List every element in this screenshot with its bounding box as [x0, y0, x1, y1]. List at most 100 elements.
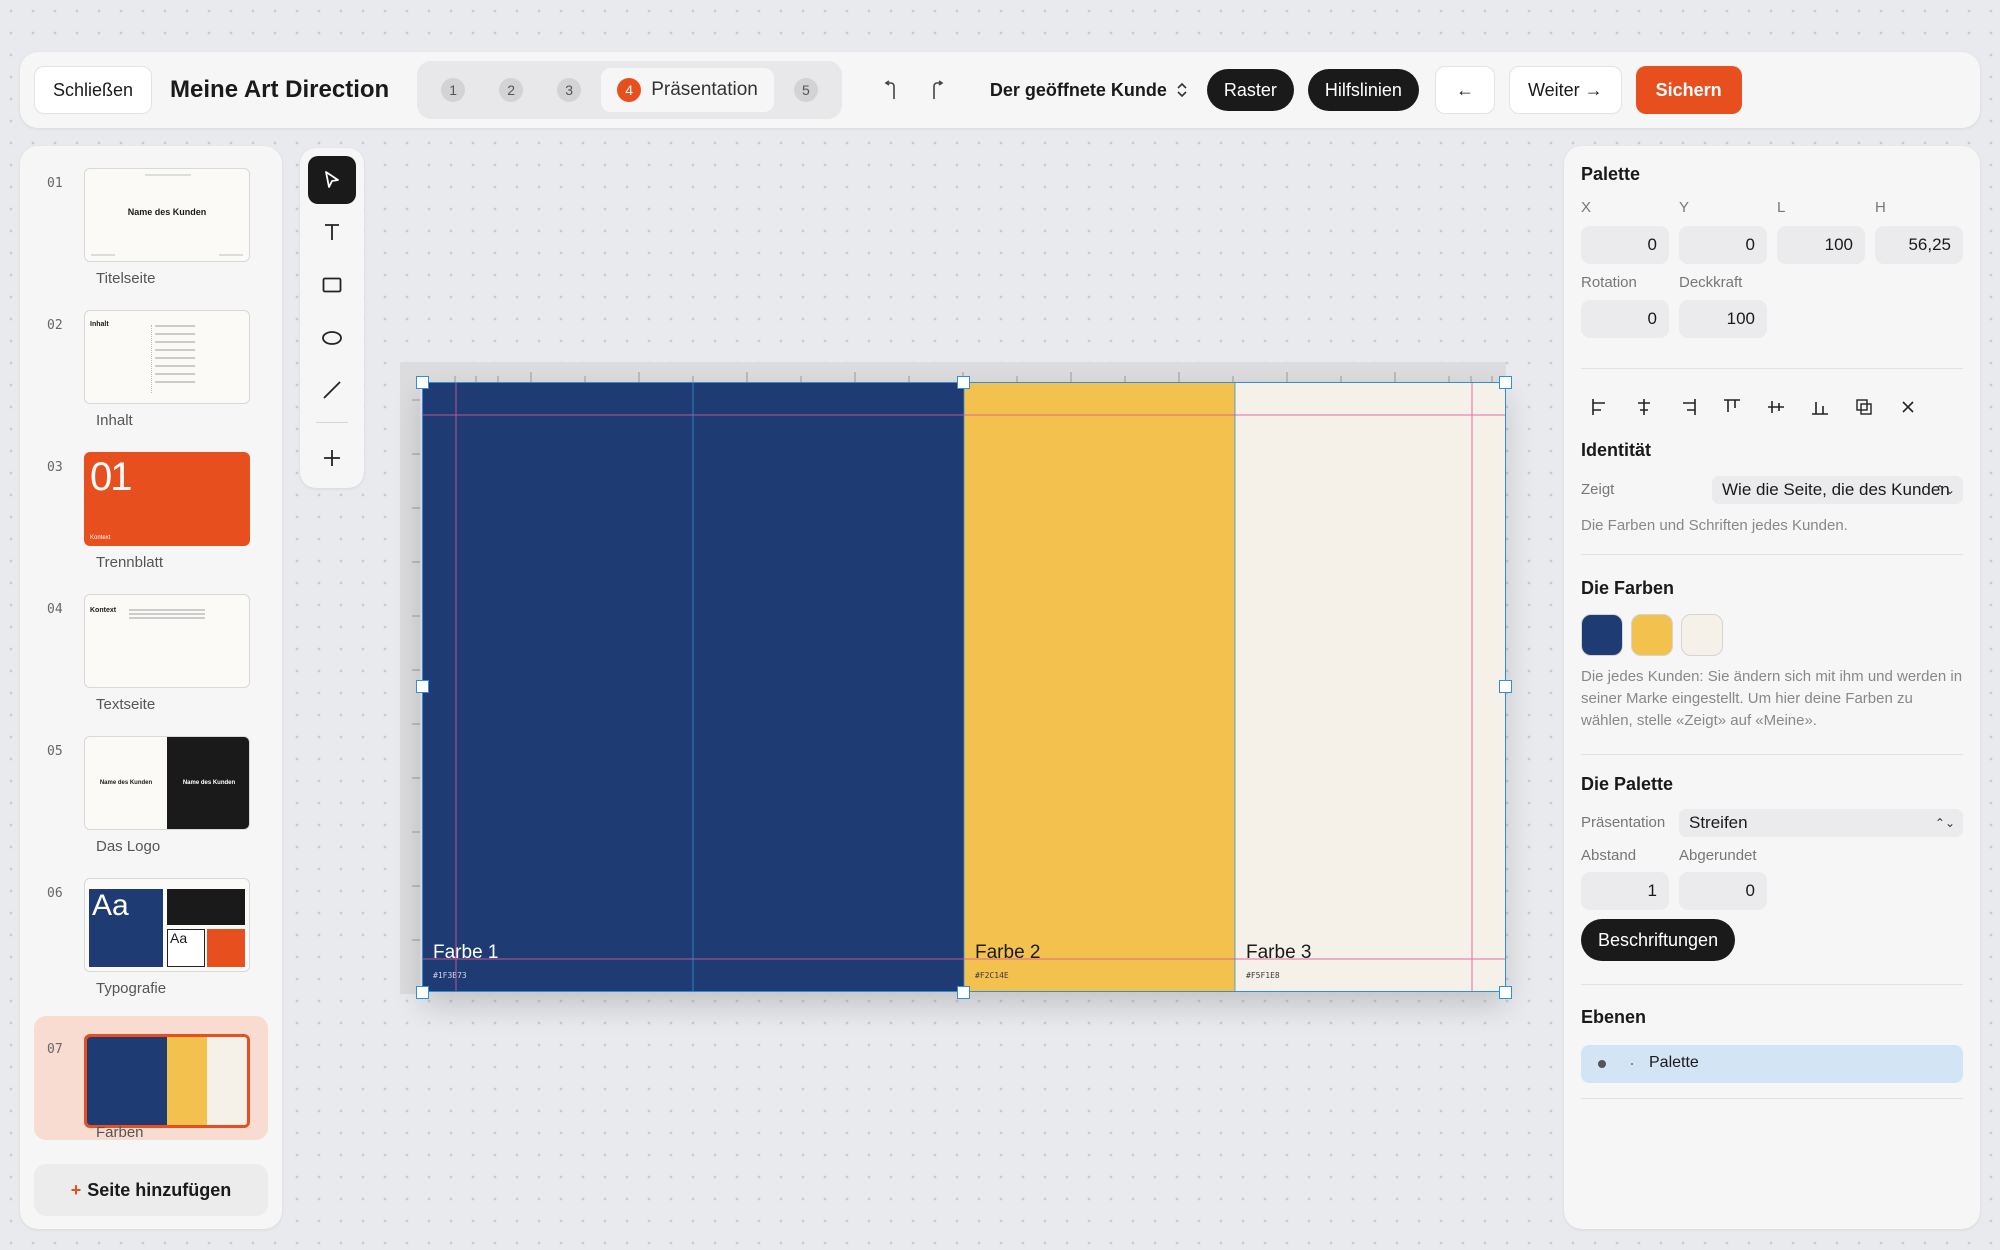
duplicate-icon[interactable]: [1849, 392, 1879, 422]
page-label: Trennblatt: [96, 554, 163, 571]
align-center-h-icon[interactable]: [1629, 392, 1659, 422]
h-field[interactable]: 56,25: [1875, 226, 1963, 264]
page-item-textseite[interactable]: 04 Kontext Textseite: [34, 576, 268, 713]
opacity-label: Deckkraft: [1679, 274, 1743, 291]
presentation-select[interactable]: Streifen ⌃⌄: [1679, 809, 1963, 837]
resize-handle-bottom-left[interactable]: [416, 986, 429, 999]
step-5[interactable]: 5: [780, 68, 832, 112]
h-label: H: [1875, 199, 1886, 216]
resize-handle-bottom-right[interactable]: [1499, 986, 1512, 999]
step-navigator: 1 2 3 4 Präsentation 5: [417, 61, 842, 119]
rectangle-icon[interactable]: [308, 261, 356, 309]
divider: [1581, 984, 1963, 985]
page-item-farben[interactable]: 07 Farben: [34, 1016, 268, 1141]
resize-handle-top[interactable]: [957, 376, 970, 389]
raster-toggle[interactable]: Raster: [1206, 69, 1294, 111]
divider: [1581, 368, 1963, 369]
page-item-typografie[interactable]: 06 Aa Aa Typografie: [34, 860, 268, 997]
identity-description: Die Farben und Schriften jedes Kunden.: [1581, 517, 1848, 534]
step-number: 4: [617, 78, 642, 102]
shows-select-value: Wie die Seite, die des Kunden: [1722, 480, 1950, 499]
align-center-v-icon[interactable]: [1761, 392, 1791, 422]
colors-description: Die jedes Kunden: Sie ändern sich mit ih…: [1581, 668, 1963, 729]
resize-handle-right[interactable]: [1499, 680, 1512, 693]
guides-toggle[interactable]: Hilfslinien: [1307, 69, 1419, 111]
page-item-trennblatt[interactable]: 03 01 Kontext Trennblatt: [34, 434, 268, 571]
pointer-icon[interactable]: [308, 156, 356, 204]
color-swatch-1[interactable]: [1581, 614, 1623, 656]
tool-palette: [300, 148, 364, 488]
l-field[interactable]: 100: [1777, 226, 1865, 264]
page-thumbnail: 01 Kontext: [84, 452, 250, 546]
resize-handle-top-right[interactable]: [1499, 376, 1512, 389]
resize-handle-left[interactable]: [416, 680, 429, 693]
step-4-presentation[interactable]: 4 Präsentation: [601, 68, 774, 112]
page-label: Textseite: [96, 696, 156, 713]
ellipse-icon[interactable]: [308, 314, 356, 362]
layer-visibility-icon[interactable]: [1598, 1060, 1606, 1068]
undo-icon[interactable]: [868, 68, 912, 112]
resize-handle-top-left[interactable]: [416, 376, 429, 389]
canvas[interactable]: Farbe 1 #1F3B73 Farbe 2 #F2C14E Farbe 3 …: [400, 362, 1512, 999]
divider: [1581, 554, 1963, 555]
page-label: Farben: [96, 1124, 144, 1141]
align-bottom-icon[interactable]: [1805, 392, 1835, 422]
close-button[interactable]: Schließen: [34, 66, 153, 114]
page-number: 05: [47, 744, 63, 759]
page-number: 04: [47, 602, 63, 617]
layer-item[interactable]: Palette: [1581, 1045, 1963, 1083]
page-thumbnail: Name des Kunden Name des Kunden: [84, 736, 250, 830]
step-1[interactable]: 1: [427, 68, 479, 112]
page-number: 03: [47, 460, 63, 475]
text-icon[interactable]: [308, 208, 356, 256]
shows-select[interactable]: Wie die Seite, die des Kunden ⌃⌄: [1712, 476, 1963, 504]
thumb-text: Aa: [89, 889, 163, 967]
page-item-inhalt[interactable]: 02 Inhalt Inhalt: [34, 292, 268, 429]
page-label: Das Logo: [96, 838, 161, 855]
rounded-field[interactable]: 0: [1679, 872, 1767, 910]
next-button[interactable]: Weiter →: [1508, 66, 1622, 114]
layer-name: Palette: [1649, 1054, 1699, 1071]
delete-icon[interactable]: [1893, 392, 1923, 422]
align-right-icon[interactable]: [1673, 392, 1703, 422]
add-page-button[interactable]: + Seite hinzufügen: [34, 1164, 268, 1216]
step-2[interactable]: 2: [485, 68, 537, 112]
colors-title: Die Farben: [1581, 578, 1675, 598]
thumb-text: Kontext: [90, 607, 117, 614]
ruler-horizontal: [400, 362, 1506, 382]
rotation-field[interactable]: 0: [1581, 300, 1669, 338]
align-left-icon[interactable]: [1585, 392, 1615, 422]
page-thumbnail: Inhalt: [84, 310, 250, 404]
chevron-updown-icon: ⌃⌄: [1934, 483, 1955, 497]
x-field[interactable]: 0: [1581, 226, 1669, 264]
guides-overlay: [422, 382, 1506, 992]
opacity-field[interactable]: 100: [1679, 300, 1767, 338]
chevron-updown-icon: ⌃⌄: [1934, 816, 1955, 830]
back-button[interactable]: ←: [1434, 66, 1495, 114]
page-item-titelseite[interactable]: 01 Name des Kunden Titelseite: [34, 150, 268, 287]
presentation-label: Präsentation: [1581, 814, 1666, 831]
spacing-field[interactable]: 1: [1581, 872, 1669, 910]
y-label: Y: [1679, 199, 1690, 216]
resize-handle-bottom[interactable]: [957, 986, 970, 999]
thumb-text: Name des Kunden: [127, 207, 207, 217]
captions-toggle[interactable]: Beschriftungen: [1581, 919, 1736, 961]
redo-icon[interactable]: [916, 68, 960, 112]
color-swatch-2[interactable]: [1631, 614, 1673, 656]
identity-title: Identität: [1581, 440, 1651, 460]
align-top-icon[interactable]: [1717, 392, 1747, 422]
y-field[interactable]: 0: [1679, 226, 1767, 264]
color-swatch-3[interactable]: [1681, 614, 1723, 656]
step-3[interactable]: 3: [543, 68, 595, 112]
add-page-label: Seite hinzufügen: [87, 1179, 232, 1200]
plus-icon[interactable]: [308, 434, 356, 482]
thumb-text: Name des Kunden: [99, 780, 153, 786]
line-icon[interactable]: [308, 366, 356, 414]
layers-title: Ebenen: [1581, 1007, 1647, 1027]
save-button[interactable]: Sichern: [1635, 66, 1742, 114]
thumb-text: Inhalt: [90, 321, 109, 328]
client-select[interactable]: Der geöffnete Kunde: [990, 80, 1187, 101]
page-number: 07: [47, 1042, 63, 1057]
page-item-das-logo[interactable]: 05 Name des Kunden Name des Kunden Das L…: [34, 718, 268, 855]
thumb-text-dark: Name des Kunden: [167, 737, 249, 829]
